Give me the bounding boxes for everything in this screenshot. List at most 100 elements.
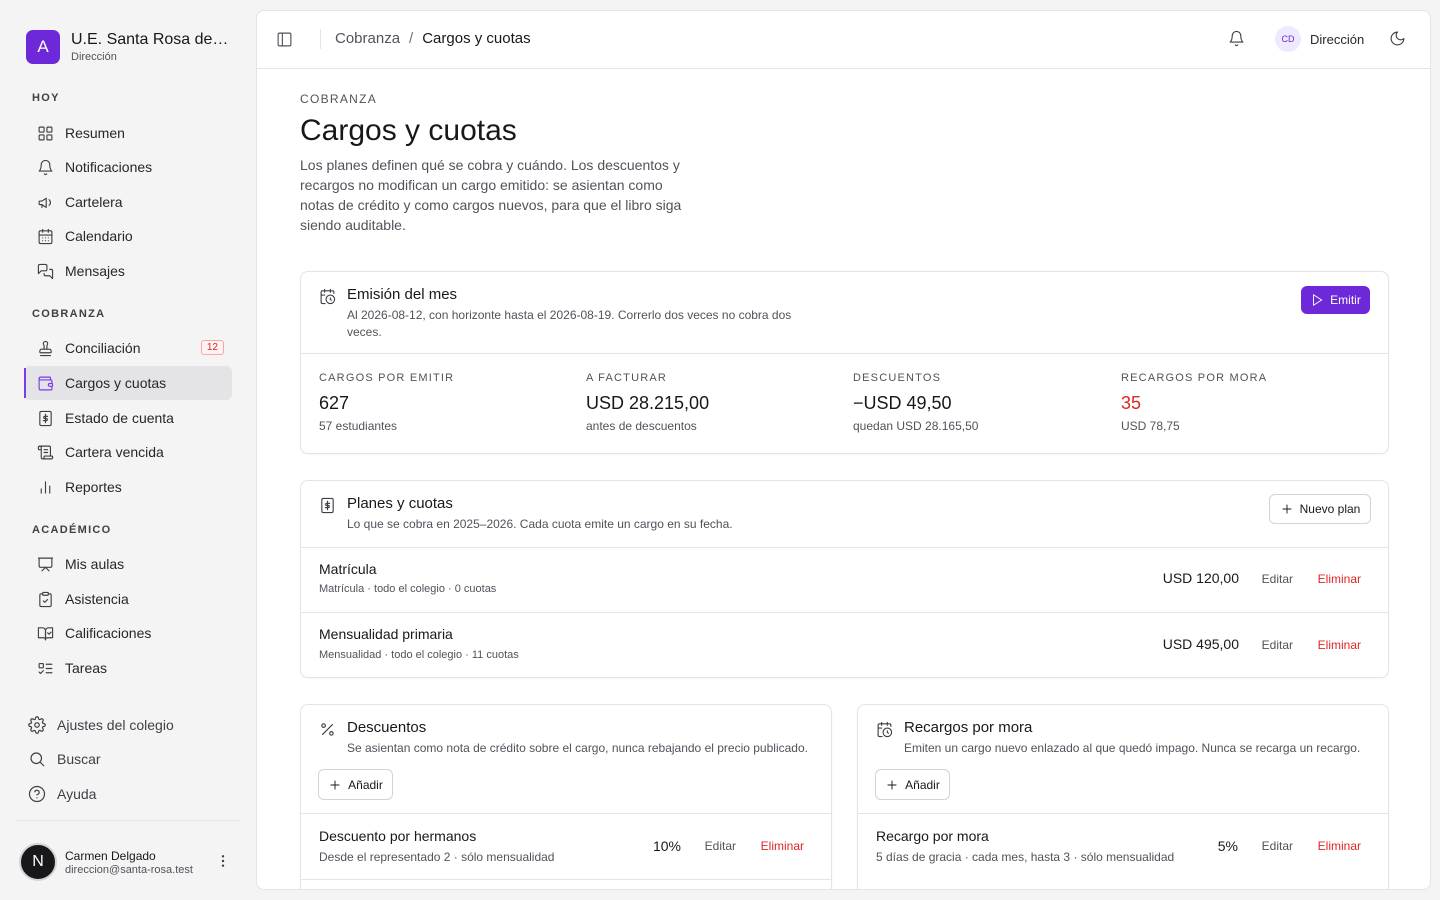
avatar: CD (1275, 26, 1301, 52)
recargo-meta: 5 días de gracia · cada mes, hasta 3 · s… (876, 850, 1175, 864)
edit-button[interactable]: Editar (1262, 638, 1293, 652)
page-title: Cargos y cuotas (300, 114, 517, 147)
card-divider (301, 547, 1388, 548)
conciliacion-count-badge: 12 (200, 340, 224, 355)
clipboard-check-icon (39, 591, 52, 607)
descuentos-subtitle: Se asientan como nota de crédito sobre e… (347, 741, 808, 755)
sidebar-item-cargos-y-cuotas[interactable]: Cargos y cuotas (24, 366, 232, 400)
breadcrumb-cobranza[interactable]: Cobranza (335, 30, 400, 47)
stat-label: RECARGOS POR MORA (1121, 372, 1268, 384)
sidebar-item-cartera-vencida[interactable]: Cartera vencida (24, 435, 232, 469)
edit-button[interactable]: Editar (705, 839, 736, 853)
section-academico: ACADÉMICO (32, 524, 112, 536)
stat-value: USD 28.215,00 (586, 393, 710, 413)
emitir-button[interactable]: Emitir (1301, 286, 1370, 314)
emision-title: Emisión del mes (347, 286, 458, 303)
sidebar-divider (15, 820, 241, 821)
avatar: N (19, 843, 57, 881)
plus-icon (1282, 504, 1292, 514)
sidebar-item-notificaciones[interactable]: Notificaciones (24, 150, 232, 184)
stat-label: A FACTURAR (586, 372, 668, 384)
sidebar-item-label: Buscar (57, 751, 101, 767)
plan-name: Mensualidad primaria (319, 626, 453, 642)
percent-icon (321, 723, 334, 736)
topbar: Cobranza / Cargos y cuotas CD Dirección (257, 11, 1430, 69)
receipt-icon (321, 497, 334, 514)
bell-icon[interactable] (1228, 30, 1245, 47)
sidebar-item-cartelera[interactable]: Cartelera (24, 185, 232, 219)
sidebar-item-reportes[interactable]: Reportes (24, 470, 232, 504)
moon-icon[interactable] (1389, 30, 1406, 47)
user-menu[interactable]: N Carmen Delgado direccion@santa-rosa.te… (19, 843, 241, 881)
recargo-amount: 5% (1217, 838, 1238, 854)
recargos-card: Recargos por mora Emiten un cargo nuevo … (857, 704, 1389, 889)
add-button-label: Añadir (905, 777, 940, 792)
sidebar-toggle-icon[interactable] (276, 31, 293, 48)
bar-chart-icon (40, 480, 51, 494)
sidebar-item-label: Notificaciones (65, 159, 153, 175)
delete-button[interactable]: Eliminar (761, 839, 804, 853)
plan-meta: Mensualidad · todo el colegio · 11 cuota… (319, 649, 519, 661)
sidebar-item-label: Calendario (65, 228, 133, 244)
delete-button[interactable]: Eliminar (1318, 839, 1361, 853)
descuento-name: Descuento por hermanos (319, 828, 477, 844)
sidebar-item-estado-de-cuenta[interactable]: Estado de cuenta (24, 401, 232, 435)
presentation-icon (37, 557, 54, 571)
sidebar: A U.E. Santa Rosa de Lima Dirección HOY … (0, 0, 256, 900)
row-divider (301, 879, 831, 880)
more-vertical-icon[interactable] (215, 853, 231, 869)
breadcrumb: Cobranza / Cargos y cuotas (335, 30, 531, 47)
add-recargo-button[interactable]: Añadir (875, 769, 950, 800)
sidebar-item-mis-aulas[interactable]: Mis aulas (24, 547, 232, 581)
sidebar-item-buscar[interactable]: Buscar (28, 750, 101, 768)
stat-descuentos: DESCUENTOS −USD 49,50 quedan USD 28.165,… (853, 372, 978, 433)
sidebar-item-label: Cartera vencida (65, 444, 164, 460)
sidebar-item-tareas[interactable]: Tareas (24, 651, 232, 685)
sidebar-item-calificaciones[interactable]: Calificaciones (24, 616, 232, 650)
sidebar-item-asistencia[interactable]: Asistencia (24, 582, 232, 616)
stamp-icon (39, 340, 52, 356)
wallet-icon (38, 376, 54, 390)
user-email: direccion@santa-rosa.test (65, 863, 193, 876)
school-switcher[interactable]: A U.E. Santa Rosa de Lima Dirección (26, 30, 229, 64)
descuentos-title: Descuentos (347, 719, 427, 736)
stat-label: CARGOS POR EMITIR (319, 372, 455, 384)
edit-button[interactable]: Editar (1262, 572, 1293, 586)
stat-sub: antes de descuentos (586, 419, 697, 433)
sidebar-item-label: Cartelera (65, 194, 123, 210)
stat-sub: 57 estudiantes (319, 419, 398, 433)
stat-label: DESCUENTOS (853, 372, 942, 384)
sidebar-item-ayuda[interactable]: Ayuda (28, 785, 96, 803)
topbar-user-menu[interactable]: CD Dirección (1275, 26, 1364, 52)
page-description: Los planes definen qué se cobra y cuándo… (300, 157, 682, 233)
edit-button[interactable]: Editar (1262, 839, 1293, 853)
delete-button[interactable]: Eliminar (1318, 638, 1361, 652)
book-check-icon (37, 626, 54, 640)
sidebar-item-conciliacion[interactable]: Conciliación 12 (24, 331, 232, 365)
planes-subtitle: Lo que se cobra en 2025–2026. Cada cuota… (347, 517, 733, 531)
nuevo-plan-button[interactable]: Nuevo plan (1269, 494, 1371, 524)
calendar-clock-icon (320, 288, 336, 305)
planes-card: Planes y cuotas Lo que se cobra en 2025–… (300, 480, 1389, 678)
sidebar-item-ajustes[interactable]: Ajustes del colegio (28, 716, 174, 734)
school-role: Dirección (71, 51, 117, 63)
delete-button[interactable]: Eliminar (1318, 572, 1361, 586)
search-icon (30, 752, 45, 767)
sidebar-item-label: Ayuda (57, 786, 97, 802)
recargos-subtitle: Emiten un cargo nuevo enlazado al que qu… (904, 741, 1361, 755)
school-name: U.E. Santa Rosa de Lima (71, 31, 229, 48)
stat-value: 35 (1121, 393, 1142, 413)
plan-name: Matrícula (319, 561, 377, 577)
sidebar-item-mensajes[interactable]: Mensajes (24, 254, 232, 288)
sidebar-item-label: Reportes (65, 479, 122, 495)
grid-icon (38, 126, 53, 140)
plan-amount: USD 120,00 (1162, 570, 1239, 586)
help-icon (28, 785, 46, 803)
add-descuento-button[interactable]: Añadir (318, 769, 393, 800)
sidebar-item-resumen[interactable]: Resumen (24, 116, 232, 150)
sidebar-item-calendario[interactable]: Calendario (24, 219, 232, 253)
main-panel: Cobranza / Cargos y cuotas CD Dirección … (256, 10, 1431, 890)
topbar-divider (320, 29, 321, 49)
sidebar-item-label: Asistencia (65, 591, 129, 607)
sidebar-item-label: Ajustes del colegio (57, 717, 174, 733)
